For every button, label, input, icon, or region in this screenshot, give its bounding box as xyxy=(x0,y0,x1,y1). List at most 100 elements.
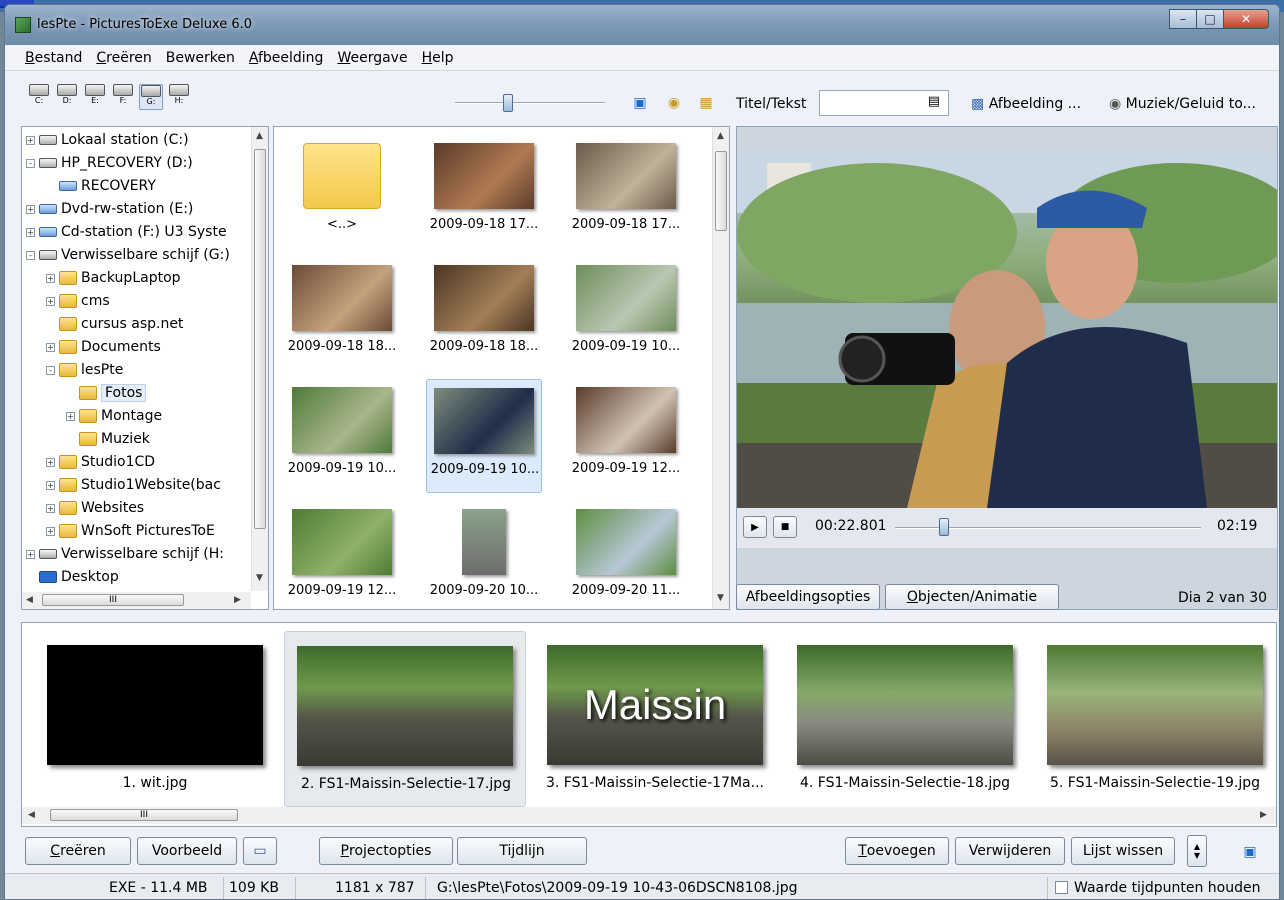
menu-afbeelding[interactable]: Afbeelding xyxy=(249,50,324,66)
title-text-field[interactable]: ▤ xyxy=(819,90,949,116)
scroll-right-arrow[interactable]: ▶ xyxy=(1260,810,1267,820)
expand-icon[interactable]: + xyxy=(46,342,55,352)
tree-item[interactable]: + Cd-station (F:) U3 Syste xyxy=(26,221,227,243)
create-button[interactable]: Creëren xyxy=(25,837,131,865)
tree-vertical-scrollbar[interactable]: ▲ ▼ xyxy=(251,127,268,591)
remove-button[interactable]: Verwijderen xyxy=(955,837,1065,865)
file-thumbnail[interactable]: 2009-09-19 12... xyxy=(284,501,400,609)
tree-item[interactable]: + cms xyxy=(46,290,110,312)
tree-item[interactable]: + Documents xyxy=(46,336,161,358)
expand-icon[interactable]: + xyxy=(46,503,55,513)
explore-folder-icon[interactable]: ◉ xyxy=(665,94,683,112)
fullscreen-preview-button[interactable]: ▭ xyxy=(243,837,277,865)
file-thumbnail[interactable]: 2009-09-18 18... xyxy=(426,257,542,371)
drive-g-button[interactable]: G: xyxy=(139,84,163,110)
expand-icon[interactable]: + xyxy=(26,135,35,145)
expand-icon[interactable]: + xyxy=(46,480,55,490)
scroll-up-arrow[interactable]: ▲ xyxy=(717,131,724,141)
tree-horizontal-scroll-thumb[interactable]: III xyxy=(42,594,184,606)
thumbnail-size-slider[interactable] xyxy=(455,102,605,104)
menu-creeren[interactable]: Creëren xyxy=(96,50,151,66)
file-thumbnail[interactable]: 2009-09-19 10... xyxy=(284,379,400,493)
tree-item[interactable]: + Websites xyxy=(46,497,144,519)
file-thumbnail[interactable]: 2009-09-19 10... xyxy=(426,379,542,493)
checkbox-box[interactable] xyxy=(1055,881,1068,894)
tree-horizontal-scrollbar[interactable]: ◀ III ▶ xyxy=(22,592,251,609)
move-slide-spinner[interactable]: ▲ ▼ xyxy=(1187,835,1207,867)
tree-item[interactable]: RECOVERY xyxy=(46,175,156,197)
open-window-icon[interactable]: ▣ xyxy=(631,94,649,112)
files-vertical-scroll-thumb[interactable] xyxy=(715,151,727,231)
stop-button[interactable]: ■ xyxy=(773,516,797,538)
tree-item[interactable]: - lesPte xyxy=(46,359,123,381)
tree-vertical-scroll-thumb[interactable] xyxy=(254,149,266,529)
drive-e-button[interactable]: E: xyxy=(83,84,107,110)
image-button[interactable]: ▩ Afbeelding ... xyxy=(971,96,1081,112)
tree-item[interactable]: Fotos xyxy=(66,382,147,404)
timeline-button[interactable]: Tijdlijn xyxy=(457,837,587,865)
tree-item[interactable]: + Montage xyxy=(66,405,162,427)
text-edit-icon[interactable]: ▤ xyxy=(928,94,940,109)
expand-icon[interactable]: + xyxy=(26,549,35,559)
slide-item[interactable]: 4. FS1-Maissin-Selectie-18.jpg xyxy=(784,631,1026,807)
expand-icon[interactable]: + xyxy=(46,296,55,306)
move-down-icon[interactable]: ▼ xyxy=(1194,851,1200,860)
folder-up-icon[interactable]: ▦ xyxy=(697,94,715,112)
file-thumbnail[interactable]: 2009-09-20 11... xyxy=(568,501,684,609)
tree-item[interactable]: + WnSoft PicturesToE xyxy=(46,520,215,542)
scroll-up-arrow[interactable]: ▲ xyxy=(256,131,263,141)
tree-item[interactable]: + Lokaal station (C:) xyxy=(26,129,189,151)
slides-horizontal-scroll-thumb[interactable]: III xyxy=(50,809,238,821)
tree-item[interactable]: - HP_RECOVERY (D:) xyxy=(26,152,193,174)
file-thumbnail[interactable]: 2009-09-19 12... xyxy=(568,379,684,493)
image-options-button[interactable]: Afbeeldingsopties xyxy=(736,584,880,610)
maximize-button[interactable]: □ xyxy=(1196,9,1224,29)
project-options-button[interactable]: Projectopties xyxy=(319,837,453,865)
tree-item[interactable]: Desktop xyxy=(26,566,119,588)
preview-button[interactable]: Voorbeeld xyxy=(137,837,237,865)
music-button[interactable]: ◉ Muziek/Geluid to... xyxy=(1109,96,1256,112)
tree-item[interactable]: + Studio1Website(bac xyxy=(46,474,221,496)
tree-item[interactable]: + Verwisselbare schijf (H: xyxy=(26,543,224,565)
close-button[interactable]: ✕ xyxy=(1223,9,1269,29)
file-thumbnail[interactable]: 2009-09-18 17... xyxy=(426,135,542,249)
scroll-left-arrow[interactable]: ◀ xyxy=(28,810,35,820)
timeline-slider-thumb[interactable] xyxy=(938,518,949,536)
add-button[interactable]: Toevoegen xyxy=(845,837,949,865)
slide-item[interactable]: 2. FS1-Maissin-Selectie-17.jpg xyxy=(284,631,526,807)
drive-h-button[interactable]: H: xyxy=(167,84,191,110)
expand-icon[interactable]: + xyxy=(26,204,35,214)
tree-item[interactable]: + BackupLaptop xyxy=(46,267,181,289)
keep-timepoints-checkbox[interactable]: Waarde tijdpunten houden xyxy=(1055,880,1260,896)
menu-bestand[interactable]: Bestand xyxy=(25,50,82,66)
play-button[interactable]: ▶ xyxy=(743,516,767,538)
thumbnail-size-slider-thumb[interactable] xyxy=(502,94,513,112)
clear-list-button[interactable]: Lijst wissen xyxy=(1071,837,1175,865)
move-up-icon[interactable]: ▲ xyxy=(1194,842,1200,851)
slide-item[interactable]: 5. FS1-Maissin-Selectie-19.jpg xyxy=(1034,631,1276,807)
open-window-icon[interactable]: ▣ xyxy=(1241,843,1259,861)
title-bar[interactable]: lesPte - PicturesToExe Deluxe 6.0 – □ ✕ xyxy=(5,5,1279,45)
tree-item[interactable]: + Studio1CD xyxy=(46,451,155,473)
expand-icon[interactable]: + xyxy=(46,526,55,536)
drive-c-button[interactable]: C: xyxy=(27,84,51,110)
file-thumbnail[interactable]: 2009-09-20 10... xyxy=(426,501,542,609)
expand-icon[interactable]: + xyxy=(26,227,35,237)
slide-item[interactable]: Maissin 3. FS1-Maissin-Selectie-17Ma... xyxy=(534,631,776,807)
scroll-right-arrow[interactable]: ▶ xyxy=(234,595,241,605)
expand-icon[interactable]: + xyxy=(66,411,75,421)
scroll-down-arrow[interactable]: ▼ xyxy=(256,573,263,583)
tree-item[interactable]: Muziek xyxy=(66,428,150,450)
files-vertical-scrollbar[interactable]: ▲ ▼ xyxy=(712,127,729,609)
collapse-icon[interactable]: - xyxy=(46,365,55,375)
tree-item[interactable]: - Verwisselbare schijf (G:) xyxy=(26,244,230,266)
objects-animation-button[interactable]: Objecten/Animatie xyxy=(885,584,1059,610)
tree-item[interactable]: + Dvd-rw-station (E:) xyxy=(26,198,193,220)
drive-f-button[interactable]: F: xyxy=(111,84,135,110)
file-thumbnail[interactable]: 2009-09-19 10... xyxy=(568,257,684,371)
menu-bewerken[interactable]: Bewerken xyxy=(166,50,235,66)
file-thumbnail[interactable]: 2009-09-18 18... xyxy=(284,257,400,371)
file-thumbnail[interactable]: 2009-09-18 17... xyxy=(568,135,684,249)
collapse-icon[interactable]: - xyxy=(26,158,35,168)
menu-help[interactable]: Help xyxy=(422,50,454,66)
